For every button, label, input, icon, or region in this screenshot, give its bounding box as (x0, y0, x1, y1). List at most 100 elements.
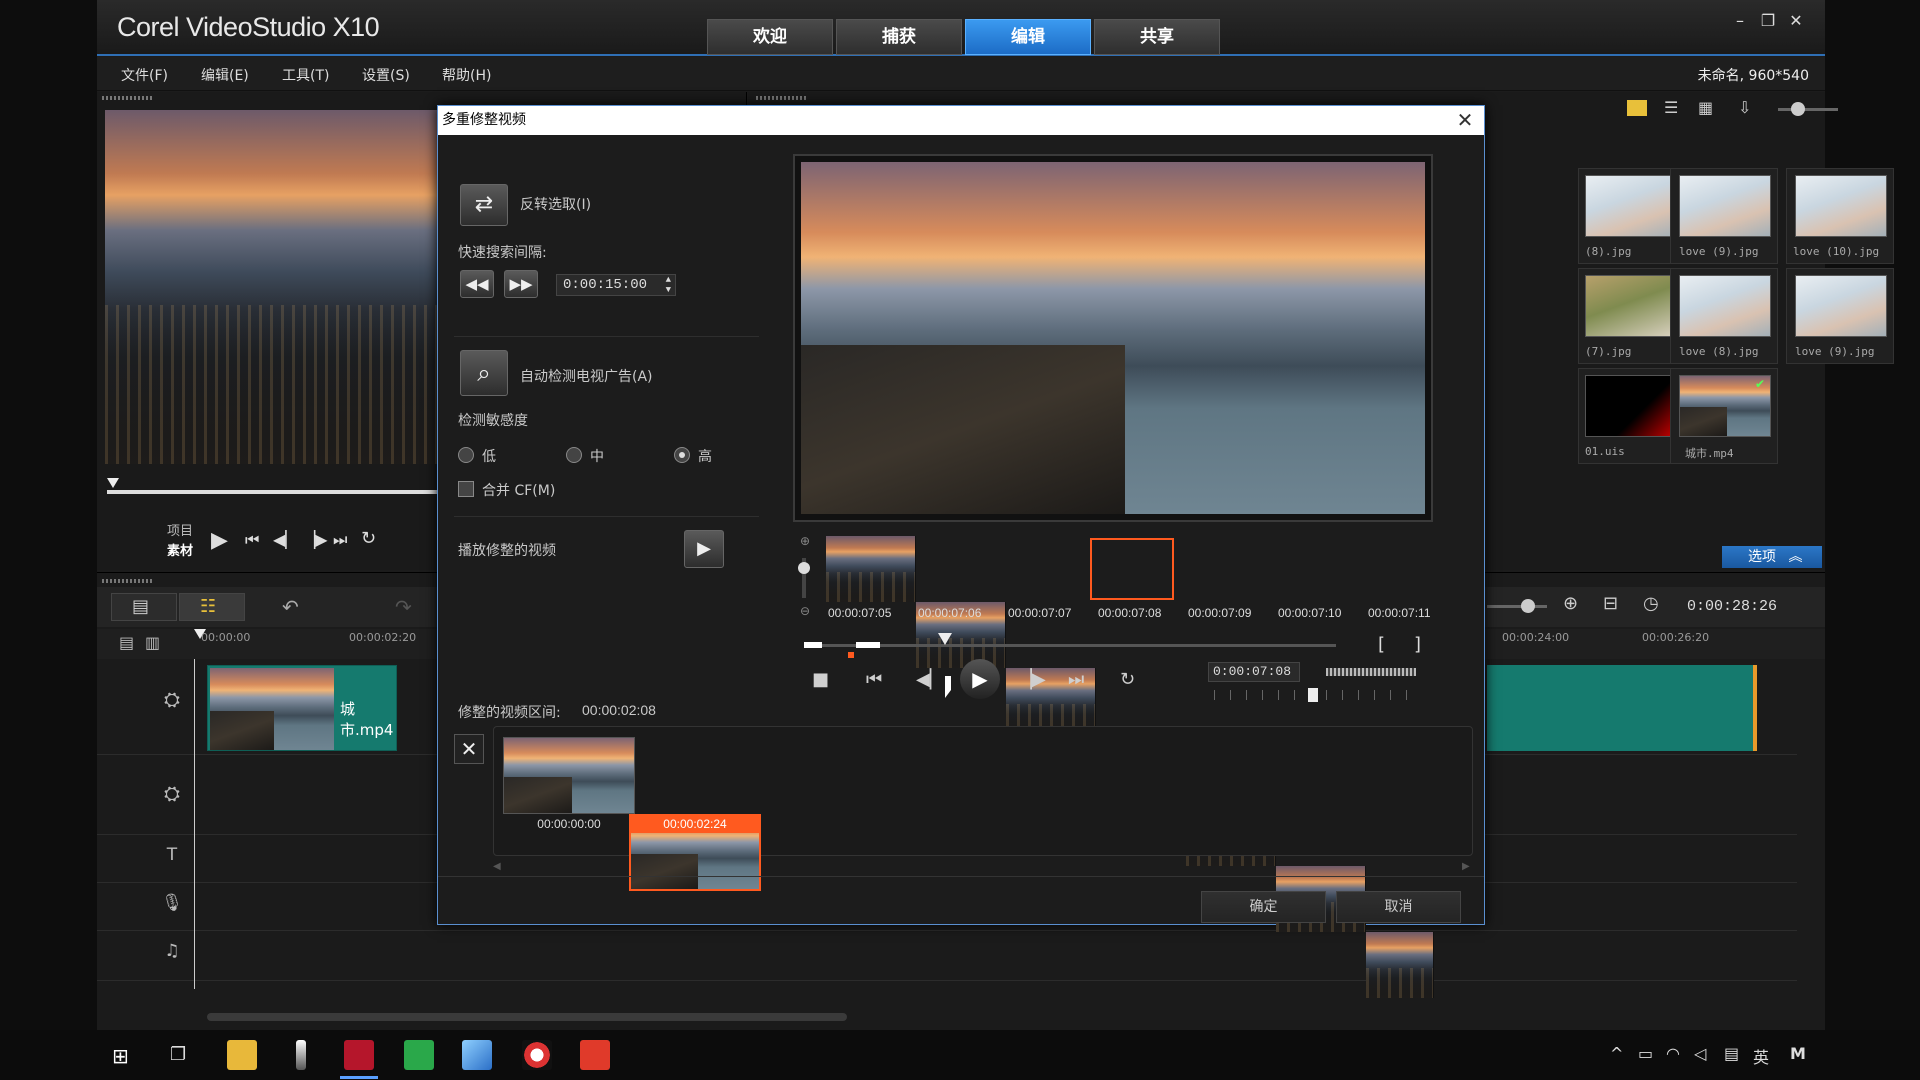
timeline-view-button[interactable]: ☷ (179, 593, 245, 621)
tray-chevron-icon[interactable]: ^ (1610, 1044, 1623, 1063)
tab-welcome[interactable]: 欢迎 (707, 19, 833, 55)
sensitivity-high-radio[interactable] (674, 447, 690, 463)
fast-forward-icon[interactable]: ▶▶ (504, 270, 538, 298)
tab-edit[interactable]: 编辑 (965, 19, 1091, 55)
view-grid-icon[interactable]: ▦ (1698, 98, 1713, 117)
stepper-arrows-icon[interactable]: ▲ ▼ (666, 275, 671, 295)
mode-clip[interactable]: 素材 (167, 540, 193, 559)
next-frame-icon[interactable]: ▕▶ (303, 530, 328, 549)
redo-icon[interactable]: ↷ (395, 595, 412, 619)
prev-frame-icon[interactable]: ◀▏ (916, 669, 944, 690)
home-icon[interactable]: ⏮ (866, 669, 882, 690)
battery-icon[interactable]: ▭ (1638, 1044, 1653, 1063)
file-explorer-icon[interactable] (227, 1040, 257, 1070)
timeline-scrollbar[interactable] (207, 1013, 847, 1021)
menu-help[interactable]: 帮助(H) (442, 65, 491, 85)
close-icon[interactable]: ✕ (1785, 10, 1807, 32)
play-trimmed-icon[interactable]: ▶ (684, 530, 724, 568)
tab-share[interactable]: 共享 (1094, 19, 1220, 55)
library-item[interactable]: love (8).jpg (1670, 268, 1778, 364)
app-icon-red-circle[interactable] (522, 1040, 552, 1070)
timecode-stepper[interactable]: 0:00:07:08 (1208, 662, 1300, 682)
task-view-icon[interactable]: ❐ (170, 1044, 186, 1065)
wifi-icon[interactable]: ◠ (1666, 1044, 1680, 1063)
prev-frame-icon[interactable]: ◀▏ (273, 530, 298, 549)
stop-icon[interactable]: ■ (812, 669, 829, 690)
mark-in-button[interactable]: [ (1378, 634, 1385, 655)
tab-capture[interactable]: 捕获 (836, 19, 962, 55)
invert-selection-icon[interactable]: ⇄ (460, 184, 508, 226)
mark-out-button[interactable]: ] (1414, 634, 1421, 655)
trimmed-clip[interactable] (503, 737, 635, 814)
library-item[interactable]: ✔ 城市.mp4 (1670, 368, 1778, 464)
view-list-icon[interactable]: ☰ (1664, 98, 1678, 117)
windows-start-icon[interactable]: ⊞ (112, 1044, 129, 1068)
player-scrubber[interactable] (107, 490, 437, 494)
panel-grip[interactable] (102, 96, 152, 100)
zoom-in-small-icon[interactable]: ⊕ (800, 534, 810, 548)
view-thumbnail-icon[interactable] (1627, 100, 1647, 116)
thumb-size-slider[interactable] (1778, 108, 1838, 111)
sort-icon[interactable]: ⇩ (1738, 98, 1751, 117)
close-icon[interactable]: ✕ (1454, 109, 1476, 131)
library-item[interactable]: love (10).jpg (1786, 168, 1894, 264)
zoom-slider[interactable] (1487, 605, 1547, 608)
strip-zoom-handle[interactable] (798, 562, 810, 574)
pen-app-icon[interactable] (296, 1040, 306, 1070)
options-button[interactable]: 选项 ︽ (1722, 546, 1822, 568)
undo-icon[interactable]: ↶ (282, 595, 299, 619)
trim-scrubber[interactable] (804, 644, 1336, 647)
play-button[interactable]: ▶ (960, 659, 1000, 699)
fit-project-icon[interactable]: ⊟ (1603, 593, 1618, 614)
videostudio-icon[interactable] (580, 1040, 610, 1070)
jog-handle[interactable] (1308, 688, 1318, 702)
scroll-left-icon[interactable]: ◀ (493, 861, 501, 872)
zoom-out-small-icon[interactable]: ⊖ (800, 604, 810, 618)
home-icon[interactable]: ⏮ (245, 530, 259, 550)
ime-language[interactable]: 英 (1753, 1044, 1769, 1068)
strip-frame[interactable] (826, 536, 916, 602)
media-player-icon[interactable] (344, 1040, 374, 1070)
library-item[interactable]: love (9).jpg (1670, 168, 1778, 264)
restore-icon[interactable]: ❐ (1757, 10, 1779, 32)
shuttle-control[interactable] (1326, 668, 1416, 676)
panel-grip[interactable] (102, 579, 152, 583)
repeat-icon[interactable]: ↻ (1120, 669, 1135, 690)
app-icon-blue[interactable] (462, 1040, 492, 1070)
app-icon-green[interactable] (404, 1040, 434, 1070)
chapter-icon[interactable]: ▥ (145, 633, 160, 652)
sensitivity-low-radio[interactable] (458, 447, 474, 463)
minimize-icon[interactable]: – (1729, 10, 1751, 32)
quick-search-stepper[interactable]: 0:00:15:00 ▲ ▼ (556, 274, 676, 296)
auto-detect-label[interactable]: 自动检测电视广告(A) (520, 366, 653, 386)
storyboard-view-button[interactable]: ▤ (111, 593, 177, 621)
track-manager-icon[interactable]: ▤ (119, 633, 134, 652)
end-icon[interactable]: ⏭ (1068, 669, 1084, 690)
end-icon[interactable]: ⏭ (333, 530, 347, 550)
panel-grip[interactable] (756, 96, 806, 100)
play-icon[interactable]: ▶ (211, 528, 228, 553)
sensitivity-medium-radio[interactable] (566, 447, 582, 463)
menu-file[interactable]: 文件(F) (121, 65, 168, 85)
scroll-right-icon[interactable]: ▶ (1462, 861, 1470, 872)
volume-icon[interactable]: ◁ (1694, 1044, 1706, 1063)
trim-scrubber-handle[interactable] (938, 633, 952, 645)
thumb-size-handle[interactable] (1791, 102, 1805, 116)
timeline-clip[interactable]: 城市.mp4 (207, 665, 397, 751)
mode-project[interactable]: 项目 (167, 520, 193, 539)
delete-clip-icon[interactable]: ✕ (454, 734, 484, 764)
rewind-icon[interactable]: ◀◀ (460, 270, 494, 298)
zoom-in-icon[interactable]: ⊕ (1563, 593, 1578, 614)
next-frame-icon[interactable]: ▕▶ (1018, 669, 1046, 690)
magnifier-icon[interactable]: ⌕ (460, 350, 508, 396)
strip-frame[interactable] (1366, 932, 1434, 998)
timeline-clip-end[interactable] (1487, 665, 1757, 751)
cancel-button[interactable]: 取消 (1336, 891, 1461, 923)
ok-button[interactable]: 确定 (1201, 891, 1326, 923)
merge-cf-checkbox[interactable] (458, 481, 474, 497)
notification-icon[interactable]: ▤ (1724, 1044, 1739, 1063)
menu-tools[interactable]: 工具(T) (282, 65, 329, 85)
ime-mode[interactable]: M (1790, 1044, 1806, 1063)
repeat-icon[interactable]: ↻ (361, 528, 376, 549)
menu-edit[interactable]: 编辑(E) (201, 65, 249, 85)
